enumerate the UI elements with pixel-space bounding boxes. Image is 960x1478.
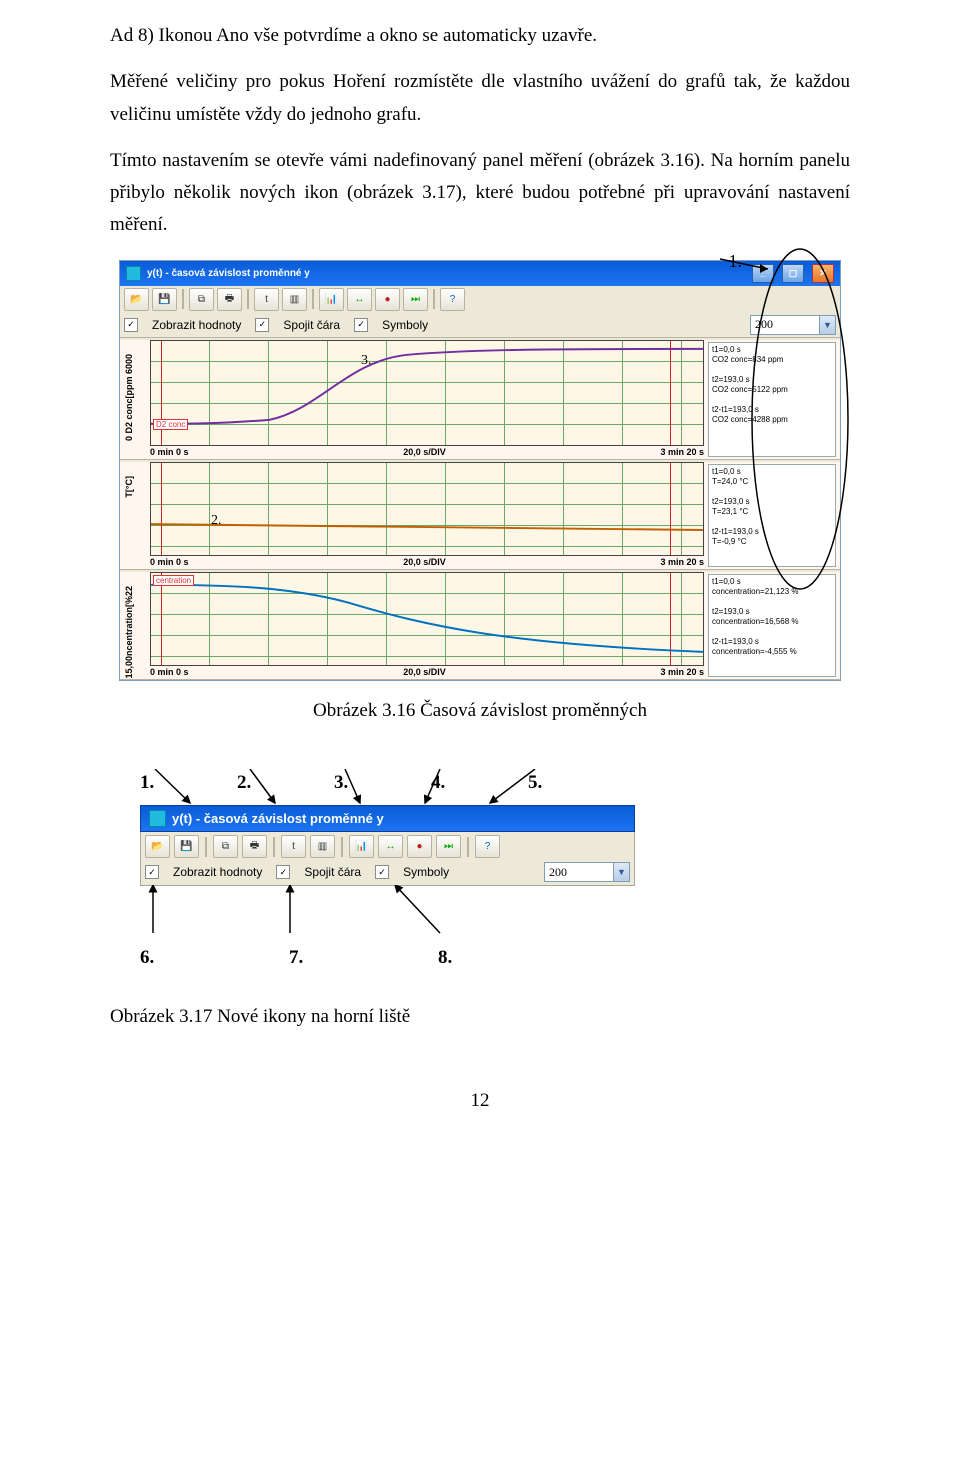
symbols-checkbox[interactable]: ✓ xyxy=(375,865,389,879)
caption-3-16: Obrázek 3.16 Časová závislost proměnných xyxy=(110,695,850,727)
expand-icon[interactable]: ↔ xyxy=(378,835,403,858)
help-icon[interactable]: ? xyxy=(440,288,465,311)
show-values-checkbox[interactable]: ✓ xyxy=(145,865,159,879)
open-icon[interactable]: 📂 xyxy=(145,835,170,858)
print-icon[interactable]: 🖶 xyxy=(217,288,242,311)
figure-window-3-16: y(t) - časová závislost proměnné y _ ▢ ✕… xyxy=(119,260,841,681)
columns-icon[interactable]: ▥ xyxy=(282,288,307,311)
plot-pane: T[°C] 2. 0 min 0 s 20,0 s/DIV 3 min 20 s… xyxy=(120,462,840,570)
save-icon[interactable]: 💾 xyxy=(152,288,177,311)
annotation-inline: 3. xyxy=(361,353,372,369)
show-values-label: Zobrazit hodnoty xyxy=(152,318,241,332)
toolbar: 📂 💾 ⧉ 🖶 t ▥ 📊 ↔ ● ⏭ ? 1. ✓ Zobrazit hodn… xyxy=(120,286,840,338)
show-values-checkbox[interactable]: ✓ xyxy=(124,318,138,332)
toolbar-titlebar: y(t) - časová závislost proměnné y xyxy=(140,805,635,832)
y-axis-label: T[°C] xyxy=(124,476,134,498)
window-title: y(t) - časová závislost proměnné y xyxy=(147,268,310,279)
plot-pane: 0 D2 conc[ppm 6000 3. D2 conc 0 min 0 s … xyxy=(120,340,840,460)
record-icon[interactable]: ● xyxy=(407,835,432,858)
t-tool-icon[interactable]: t xyxy=(281,835,306,858)
curve xyxy=(151,463,703,554)
scale-combo[interactable]: ▼ xyxy=(544,862,630,882)
copy-icon[interactable]: ⧉ xyxy=(189,288,214,311)
paragraph-mereni: Měřené veličiny pro pokus Hoření rozmíst… xyxy=(110,66,850,131)
open-icon[interactable]: 📂 xyxy=(124,288,149,311)
plot-info-panel: t1=0,0 sconcentration=21,123 %t2=193,0 s… xyxy=(708,574,836,677)
t-tool-icon[interactable]: t xyxy=(254,288,279,311)
skip-icon[interactable]: ⏭ xyxy=(403,288,428,311)
maximize-button[interactable]: ▢ xyxy=(782,264,804,283)
y-axis-label: 15,00ncentration[%22 xyxy=(124,586,134,679)
y-axis-label: 0 D2 conc[ppm 6000 xyxy=(124,354,134,441)
toolbar-title: y(t) - časová závislost proměnné y xyxy=(172,811,384,826)
curve xyxy=(151,341,703,444)
app-icon xyxy=(149,810,166,827)
plot-info-panel: t1=0,0 sT=24,0 °Ct2=193,0 sT=23,1 °Ct2-t… xyxy=(708,464,836,567)
chevron-down-icon[interactable]: ▼ xyxy=(613,863,629,881)
chart-icon[interactable]: 📊 xyxy=(319,288,344,311)
save-icon[interactable]: 💾 xyxy=(174,835,199,858)
plot-info-panel: t1=0,0 sCO2 conc=834 ppmt2=193,0 sCO2 co… xyxy=(708,342,836,457)
scale-combo[interactable]: ▼ xyxy=(750,315,836,335)
x-axis-labels: 0 min 0 s 20,0 s/DIV 3 min 20 s xyxy=(150,667,704,677)
plot-badge: centration xyxy=(153,575,194,586)
record-icon[interactable]: ● xyxy=(375,288,400,311)
chevron-down-icon[interactable]: ▼ xyxy=(819,316,835,334)
figure-toolbar-3-17: y(t) - časová závislost proměnné y 📂 💾 ⧉… xyxy=(140,805,635,886)
annotation-1: 1. xyxy=(729,251,743,272)
skip-icon[interactable]: ⏭ xyxy=(436,835,461,858)
minimize-button[interactable]: _ xyxy=(752,264,774,283)
plot-badge: D2 conc xyxy=(153,419,188,430)
annotation-inline: 2. xyxy=(211,513,222,529)
paragraph-ad8: Ad 8) Ikonou Ano vše potvrdíme a okno se… xyxy=(110,20,850,52)
columns-icon[interactable]: ▥ xyxy=(310,835,335,858)
print-icon[interactable]: 🖶 xyxy=(242,835,267,858)
help-icon[interactable]: ? xyxy=(475,835,500,858)
plot-grid: 3. D2 conc xyxy=(150,340,704,446)
symbols-checkbox[interactable]: ✓ xyxy=(354,318,368,332)
scale-input[interactable] xyxy=(751,317,819,332)
plot-grid: centration xyxy=(150,572,704,666)
scale-input[interactable] xyxy=(545,865,613,880)
join-lines-checkbox[interactable]: ✓ xyxy=(276,865,290,879)
close-button[interactable]: ✕ xyxy=(812,264,834,283)
symbols-label: Symboly xyxy=(382,318,428,332)
plot-pane: 15,00ncentration[%22 centration 0 min 0 … xyxy=(120,572,840,680)
app-icon xyxy=(126,266,141,281)
caption-3-17: Obrázek 3.17 Nové ikony na horní liště xyxy=(110,1001,850,1033)
show-values-label: Zobrazit hodnoty xyxy=(173,865,262,879)
join-lines-checkbox[interactable]: ✓ xyxy=(255,318,269,332)
paragraph-panel: Tímto nastavením se otevře vámi nadefino… xyxy=(110,145,850,242)
join-lines-label: Spojit čára xyxy=(304,865,361,879)
bottom-number-labels: 6. 7. 8. xyxy=(140,942,850,974)
chart-icon[interactable]: 📊 xyxy=(349,835,374,858)
plot-grid: 2. xyxy=(150,462,704,556)
x-axis-labels: 0 min 0 s 20,0 s/DIV 3 min 20 s xyxy=(150,447,704,457)
arrows-top xyxy=(140,769,635,805)
page-number: 12 xyxy=(110,1085,850,1117)
copy-icon[interactable]: ⧉ xyxy=(213,835,238,858)
symbols-label: Symboly xyxy=(403,865,449,879)
arrows-bottom xyxy=(140,885,635,945)
join-lines-label: Spojit čára xyxy=(283,318,340,332)
curve xyxy=(151,573,703,664)
expand-icon[interactable]: ↔ xyxy=(347,288,372,311)
x-axis-labels: 0 min 0 s 20,0 s/DIV 3 min 20 s xyxy=(150,557,704,567)
